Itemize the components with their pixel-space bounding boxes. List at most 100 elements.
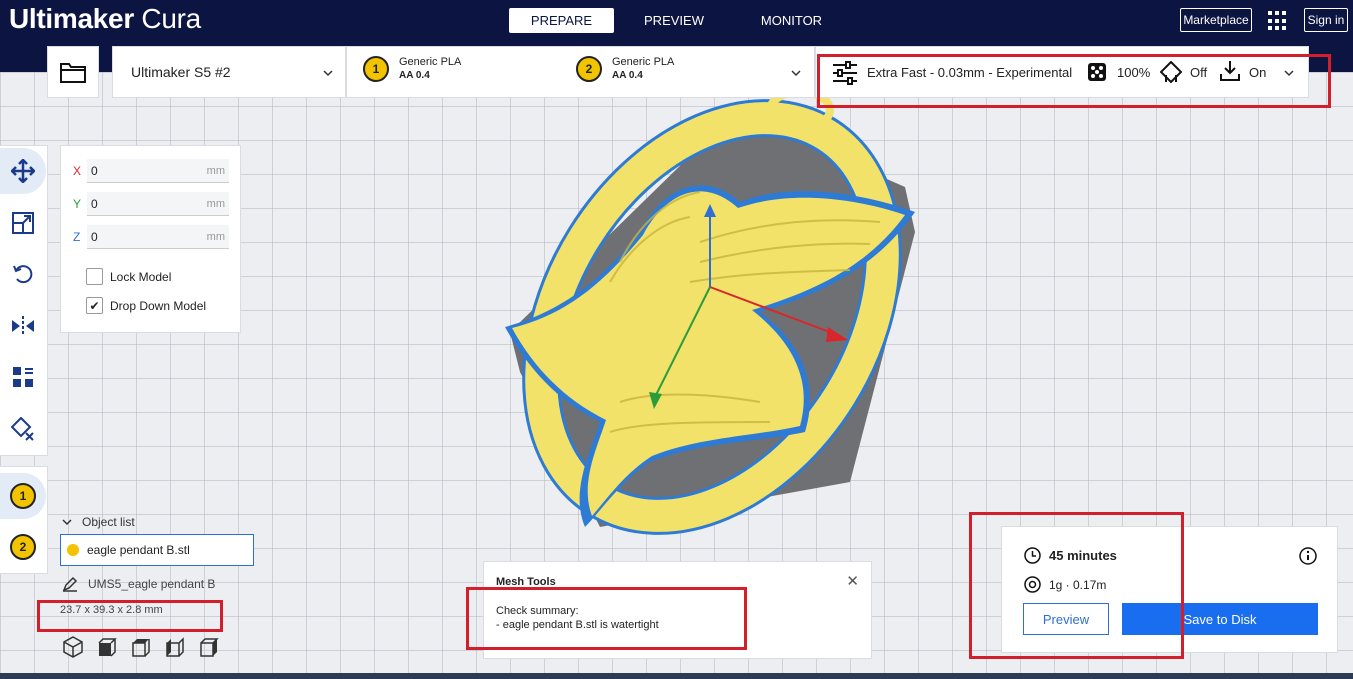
tab-monitor[interactable]: MONITOR	[734, 8, 849, 33]
chevron-down-icon	[62, 519, 72, 526]
drop-down-model-option[interactable]: ✔ Drop Down Model	[86, 297, 206, 314]
extruder-1[interactable]: 1 Generic PLA AA 0.4	[363, 55, 461, 83]
infill-icon	[1088, 63, 1106, 81]
mesh-check-result: - eagle pendant B.stl is watertight	[496, 619, 659, 631]
material-usage: 1g · 0.17m	[1049, 577, 1107, 592]
y-input[interactable]: 0 mm	[87, 192, 229, 216]
x-label: X	[73, 164, 82, 178]
chevron-down-icon	[323, 70, 333, 77]
extruder-1-tool-badge: 1	[10, 483, 36, 509]
scale-icon	[12, 212, 34, 234]
adhesion-value: On	[1249, 65, 1267, 80]
x-value: 0	[91, 163, 98, 178]
clock-icon	[1024, 547, 1041, 564]
info-icon[interactable]	[1299, 547, 1317, 565]
support-blocker-icon	[11, 417, 34, 441]
extruder-1-nozzle: AA 0.4	[399, 70, 430, 81]
z-row: Z 0 mm	[73, 225, 229, 249]
close-icon[interactable]: ✕	[846, 572, 859, 590]
infill-value: 100%	[1117, 65, 1151, 80]
chevron-down-icon	[791, 70, 801, 77]
per-model-settings-icon	[13, 367, 33, 387]
drop-down-model-checkbox[interactable]: ✔	[86, 297, 103, 314]
preview-button[interactable]: Preview	[1023, 603, 1109, 635]
lock-model-label: Lock Model	[110, 269, 172, 284]
lock-model-option[interactable]: Lock Model	[86, 268, 171, 285]
print-settings-selector[interactable]: Extra Fast - 0.03mm - Experimental 100% …	[815, 46, 1309, 98]
rotate-icon	[13, 265, 33, 284]
object-list-header: Object list	[82, 515, 135, 529]
x-input[interactable]: 0 mm	[87, 159, 229, 183]
object-name: eagle pendant B.stl	[87, 543, 190, 557]
extruder-2[interactable]: 2 Generic PLA AA 0.4	[576, 55, 674, 83]
drop-down-model-label: Drop Down Model	[110, 298, 207, 313]
sliders-icon	[833, 61, 857, 85]
z-input[interactable]: 0 mm	[87, 225, 229, 249]
move-tool[interactable]	[0, 148, 46, 194]
mesh-check-summary: Check summary:	[496, 605, 579, 617]
object-list-item[interactable]: eagle pendant B.stl	[60, 534, 254, 566]
extruder-tool-bar: 1 2	[0, 466, 48, 574]
y-label: Y	[73, 197, 82, 211]
extruder-2-tool-badge: 2	[10, 534, 36, 560]
save-to-disk-button[interactable]: Save to Disk	[1122, 603, 1318, 635]
mesh-tools-message: Mesh Tools ✕ Check summary: - eagle pend…	[483, 561, 872, 659]
stage-tabs: PREPARE PREVIEW MONITOR	[509, 8, 849, 33]
printer-name: Ultimaker S5 #2	[131, 64, 231, 80]
left-view-icon[interactable]	[164, 636, 186, 658]
tab-preview[interactable]: PREVIEW	[614, 8, 734, 33]
front-view-icon[interactable]	[96, 636, 118, 658]
spool-icon	[1024, 576, 1041, 593]
print-time: 45 minutes	[1049, 548, 1117, 563]
z-unit: mm	[206, 230, 225, 243]
chevron-down-icon	[1284, 70, 1294, 77]
profile-label: Extra Fast - 0.03mm - Experimental	[867, 65, 1073, 80]
lock-model-checkbox[interactable]	[86, 268, 103, 285]
extruder-2-tool[interactable]: 2	[0, 524, 46, 570]
support-icon	[1160, 61, 1182, 83]
object-list-toggle[interactable]: Object list	[62, 515, 135, 529]
z-label: Z	[73, 230, 81, 244]
extruder-1-material: Generic PLA	[399, 56, 462, 68]
job-name: UMS5_eagle pendant B	[88, 577, 216, 591]
model-dimensions: 23.7 x 39.3 x 2.8 mm	[60, 604, 163, 616]
x-unit: mm	[206, 164, 225, 177]
os-taskbar	[0, 673, 1353, 679]
open-file-button[interactable]	[47, 46, 99, 98]
support-blocker-tool[interactable]	[0, 406, 46, 452]
y-unit: mm	[206, 197, 225, 210]
job-name-row[interactable]: UMS5_eagle pendant B	[62, 576, 215, 592]
top-view-icon[interactable]	[130, 636, 152, 658]
y-row: Y 0 mm	[73, 192, 229, 216]
rotate-tool[interactable]	[0, 251, 46, 297]
extruder-2-badge: 2	[576, 56, 602, 82]
printer-selector[interactable]: Ultimaker S5 #2	[112, 46, 346, 98]
mesh-tools-title: Mesh Tools	[496, 576, 556, 588]
per-model-settings-tool[interactable]	[0, 354, 46, 400]
folder-icon	[60, 63, 86, 83]
move-icon	[11, 159, 35, 183]
mirror-icon	[12, 316, 34, 336]
extruder-2-material: Generic PLA	[612, 56, 675, 68]
x-row: X 0 mm	[73, 159, 229, 183]
right-view-icon[interactable]	[198, 636, 220, 658]
extruder-selector[interactable]: 1 Generic PLA AA 0.4 2 Generic PLA AA 0.…	[346, 46, 815, 98]
adhesion-icon	[1220, 61, 1240, 81]
view-buttons	[62, 636, 220, 658]
scale-tool[interactable]	[0, 200, 46, 246]
extruder-1-tool[interactable]: 1	[0, 473, 46, 519]
pencil-icon[interactable]	[62, 576, 78, 592]
brand-name: Ultimaker	[9, 3, 134, 34]
sign-in-button[interactable]: Sign in	[1304, 8, 1348, 32]
y-value: 0	[91, 196, 98, 211]
mirror-tool[interactable]	[0, 303, 46, 349]
extruder-1-badge: 1	[363, 56, 389, 82]
extruder-color-dot	[67, 544, 79, 556]
tab-prepare[interactable]: PREPARE	[509, 8, 614, 33]
support-value: Off	[1190, 65, 1208, 80]
3d-view-icon[interactable]	[62, 636, 84, 658]
marketplace-button[interactable]: Marketplace	[1180, 8, 1252, 32]
print-summary-panel: 45 minutes 1g · 0.17m Preview Save to Di…	[1001, 526, 1338, 653]
z-value: 0	[91, 229, 98, 244]
apps-grid-icon[interactable]	[1268, 11, 1288, 31]
